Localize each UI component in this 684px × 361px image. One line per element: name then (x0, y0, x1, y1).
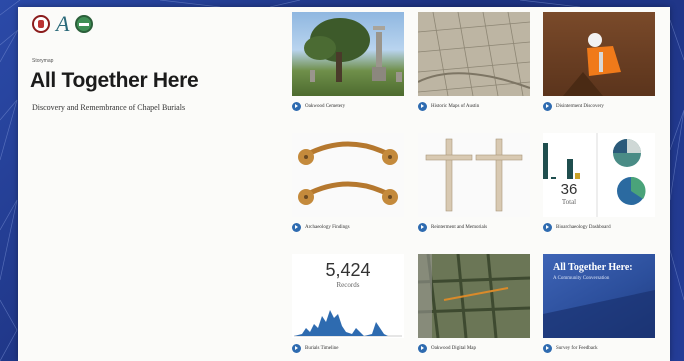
parks-logo (75, 15, 94, 33)
chevron-right-icon (292, 344, 301, 353)
card-reinterment-memorials[interactable]: Reinterment and Memorials (418, 133, 530, 232)
card-caption: Oakwood Cemetery (305, 104, 346, 109)
card-caption: Historic Maps of Austin (431, 104, 480, 109)
dashboard-preview: 36 Total (543, 133, 655, 217)
page-kicker: Storymap (32, 58, 54, 64)
total-label: Total (561, 198, 577, 206)
chevron-right-icon (543, 102, 552, 111)
card-caption: Survey for Feedback (556, 346, 598, 351)
survey-cover-image: All Together Here: A Community Conversat… (543, 254, 655, 338)
chevron-right-icon (418, 223, 427, 232)
austin-logo: A (56, 11, 70, 36)
card-caption: Archaeology Findings (305, 225, 350, 230)
excavation-photo (543, 12, 655, 96)
card-oakwood-cemetery[interactable]: Oakwood Cemetery (292, 12, 404, 111)
chevron-right-icon (543, 223, 552, 232)
card-caption: Oakwood Digital Map (431, 346, 476, 351)
dashboard-total: 36 Total (543, 181, 595, 206)
card-bioarchaeology-dashboard[interactable]: 36 Total Bioarchaeology Dashboard (543, 133, 655, 232)
card-burials-timeline[interactable]: 5,424 Records Burials Timeline (292, 254, 404, 353)
chevron-right-icon (292, 223, 301, 232)
aerial-map-image (418, 254, 530, 338)
city-seal-logo (32, 15, 50, 33)
card-survey-feedback[interactable]: All Together Here: A Community Conversat… (543, 254, 655, 353)
chevron-right-icon (292, 102, 301, 111)
card-caption: Bioarchaeology Dashboard (556, 225, 611, 230)
card-archaeology-findings[interactable]: Archaeology Findings (292, 133, 404, 232)
records-count: 5,424 (325, 260, 371, 280)
timeline-preview: 5,424 Records (292, 254, 404, 338)
records-label: Records (336, 281, 360, 289)
chevron-right-icon (543, 344, 552, 353)
total-count: 36 (560, 181, 578, 198)
coffin-handles-photo (292, 133, 404, 217)
card-disinterment-discovery[interactable]: Disinterment Discovery (543, 12, 655, 111)
chevron-right-icon (418, 344, 427, 353)
card-oakwood-digital-map[interactable]: Oakwood Digital Map (418, 254, 530, 353)
card-caption: Burials Timeline (305, 346, 339, 351)
historic-map-image (418, 12, 530, 96)
card-caption: Disinterment Discovery (556, 104, 604, 109)
page-title: All Together Here (30, 69, 199, 92)
card-historic-maps[interactable]: Historic Maps of Austin (418, 12, 530, 111)
chevron-right-icon (418, 102, 427, 111)
storymap-page: A Storymap All Together Here Discovery a… (18, 7, 670, 361)
cemetery-photo (292, 12, 404, 96)
partner-logos: A (32, 11, 94, 36)
page-subtitle: Discovery and Remembrance of Chapel Buri… (32, 103, 186, 112)
card-caption: Reinterment and Memorials (431, 225, 488, 230)
wooden-crosses-photo (418, 133, 530, 217)
